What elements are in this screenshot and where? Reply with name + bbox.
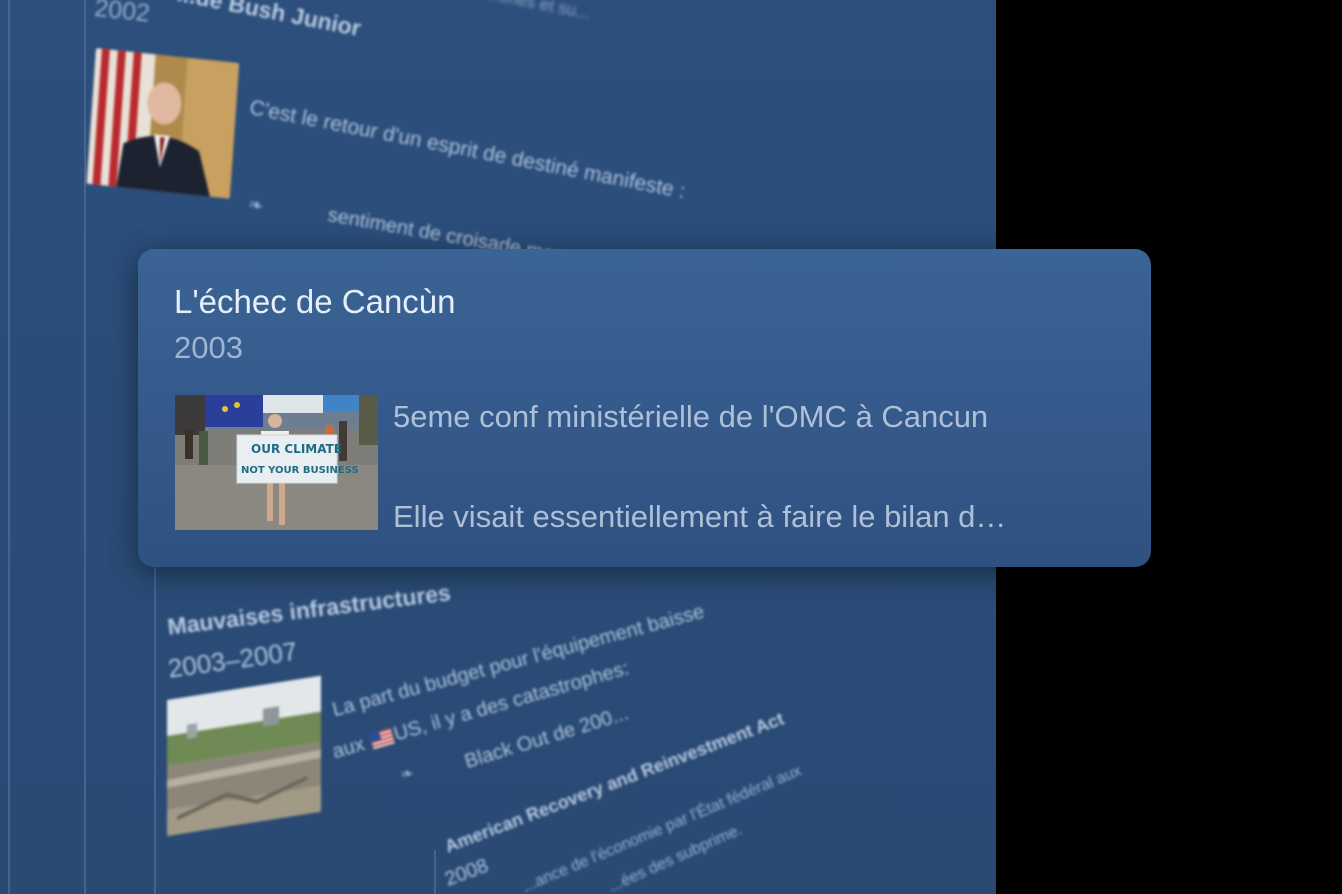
event-year: 2003 [174,330,243,365]
event-card-echec-cancun[interactable]: L'échec de Cancùn 2003 OUR CLIMATE NOT Y… [138,249,1151,567]
event-description: Elle visait essentiellement à faire le b… [393,499,1007,534]
bush-photo-image [86,48,240,199]
event-thumbnail[interactable]: OUR CLIMATE NOT YOUR BUSINESS [175,395,378,530]
sign-text: OUR CLIMATE [251,442,342,456]
event-title: Mauvaises infrastructures [166,579,453,640]
event-description: C'est le retour d'un esprit de destiné m… [247,96,688,204]
event-title: L'échec de Cancùn [174,283,456,320]
timeline-rail [8,0,10,894]
sign-text: NOT YOUR BUSINESS [241,465,359,476]
description-prefix: aux [330,733,368,764]
event-year: 2003–2007 [166,635,300,684]
event-year: 2002 [93,0,152,28]
timeline-rail [84,0,86,894]
timeline-stage: ...ches et su... ...de Bush Junior 2002 [0,0,1342,894]
bullet-icon: ❧ [398,764,416,785]
event-year: 2008 [442,854,492,891]
us-flag-icon [369,727,395,750]
bullet-icon: ❧ [247,194,265,216]
protest-photo-image: OUR CLIMATE NOT YOUR BUSINESS [175,395,378,530]
event-thumbnail [167,675,321,836]
collapsed-bridge-image [167,675,321,836]
previous-event-text: ...ches et su... [484,0,592,23]
event-description: 5eme conf ministérielle de l'OMC à Cancu… [393,399,989,434]
timeline-rail [154,565,156,894]
timeline-rail [434,850,436,894]
event-thumbnail [86,48,240,199]
event-title: ...de Bush Junior [175,0,364,42]
